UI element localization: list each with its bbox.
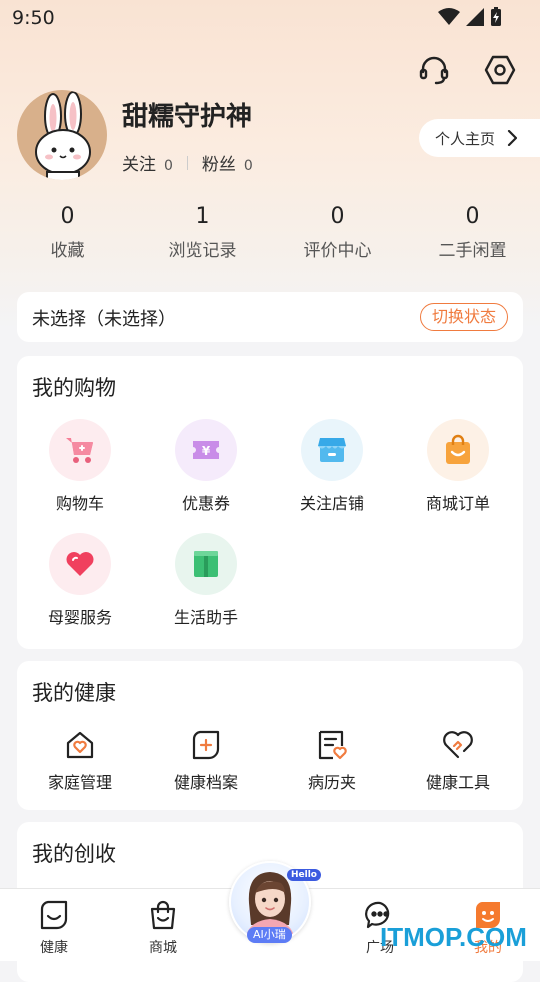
rabbit-avatar-icon xyxy=(35,91,91,180)
svg-text:¥: ¥ xyxy=(202,444,211,458)
followed-stores-item[interactable]: 关注店铺 xyxy=(269,419,395,514)
stat-label: 收藏 xyxy=(50,241,85,261)
family-management-label: 家庭管理 xyxy=(47,773,112,792)
mall-orders-label: 商城订单 xyxy=(425,494,490,513)
follow-count: 0 xyxy=(164,158,173,174)
stat-value: 0 xyxy=(60,204,75,229)
shopping-card: 我的购物 购物车 ¥ 优惠券 关注店铺 商城订单 母婴服务 生活助手 xyxy=(17,356,523,649)
coupon-icon: ¥ xyxy=(175,419,237,481)
followed-stores-label: 关注店铺 xyxy=(299,494,364,513)
stat-browse-history[interactable]: 1 浏览记录 xyxy=(135,200,270,261)
fans-label: 粉丝 xyxy=(201,155,236,175)
store-icon xyxy=(301,419,363,481)
stat-favorites[interactable]: 0 收藏 xyxy=(0,200,135,261)
tab-mall[interactable]: 商城 xyxy=(123,899,203,957)
hello-badge: Hello xyxy=(287,869,321,881)
health-title: 我的健康 xyxy=(32,681,116,705)
switch-state-button[interactable]: 切换状态 xyxy=(419,303,508,331)
health-tools-item[interactable]: 健康工具 xyxy=(395,727,521,793)
personal-homepage-label: 个人主页 xyxy=(435,129,496,148)
earnings-title: 我的创收 xyxy=(32,842,116,866)
stats-row: 0 收藏 1 浏览记录 0 评价中心 0 二手闲置 xyxy=(0,200,540,261)
life-assistant-item[interactable]: 生活助手 xyxy=(143,533,269,628)
site-watermark: ITMOP.COM xyxy=(380,922,527,952)
shopping-title: 我的购物 xyxy=(32,376,116,400)
health-tab-icon xyxy=(40,900,68,930)
ai-assistant-button[interactable]: Hello AI小瑞 xyxy=(229,857,321,945)
wifi-icon xyxy=(438,8,460,25)
shopping-bag-icon xyxy=(427,419,489,481)
chevron-right-icon xyxy=(507,130,518,146)
stat-label: 浏览记录 xyxy=(168,241,237,261)
status-bar: 9:50 xyxy=(0,0,540,36)
tab-mall-label: 商城 xyxy=(149,940,177,956)
shopping-cart-icon xyxy=(49,419,111,481)
fans-count: 0 xyxy=(243,158,253,174)
shopping-cart-item[interactable]: 购物车 xyxy=(17,419,143,514)
medical-folder-item[interactable]: 病历夹 xyxy=(269,727,395,793)
stat-label: 二手闲置 xyxy=(438,241,507,261)
family-management-item[interactable]: 家庭管理 xyxy=(17,727,143,793)
battery-icon xyxy=(491,7,501,26)
health-record-label: 健康档案 xyxy=(173,773,238,792)
health-card: 我的健康 家庭管理 健康档案 病历夹 健康工具 xyxy=(17,661,523,810)
avatar[interactable] xyxy=(17,90,107,180)
stat-value: 0 xyxy=(465,204,480,229)
health-tool-icon xyxy=(440,727,476,763)
gear-icon xyxy=(484,55,516,85)
follow-link[interactable]: 关注 0 xyxy=(122,150,173,175)
headset-icon xyxy=(419,56,449,85)
stat-label: 评价中心 xyxy=(303,241,372,261)
customer-service-button[interactable] xyxy=(416,52,452,88)
coupon-label: 优惠券 xyxy=(181,494,230,513)
mall-bag-icon xyxy=(150,900,176,930)
fans-link[interactable]: 粉丝 0 xyxy=(202,150,253,175)
follow-label: 关注 xyxy=(122,155,156,175)
maternal-service-label: 母婴服务 xyxy=(47,608,112,627)
medical-folder-label: 病历夹 xyxy=(307,773,356,792)
maternal-service-item[interactable]: 母婴服务 xyxy=(17,533,143,628)
stat-second-hand[interactable]: 0 二手闲置 xyxy=(405,200,540,261)
tab-health-label: 健康 xyxy=(40,940,68,956)
health-record-item[interactable]: 健康档案 xyxy=(143,727,269,793)
mall-orders-item[interactable]: 商城订单 xyxy=(395,419,521,514)
stat-review-center[interactable]: 0 评价中心 xyxy=(270,200,405,261)
book-icon xyxy=(175,533,237,595)
personal-homepage-button[interactable]: 个人主页 xyxy=(419,119,540,157)
life-assistant-label: 生活助手 xyxy=(173,608,238,627)
health-record-icon xyxy=(188,727,224,763)
medical-folder-icon xyxy=(314,727,350,763)
health-tools-label: 健康工具 xyxy=(425,773,490,792)
state-text: 未选择（未选择） xyxy=(32,309,176,330)
ai-assistant-label: AI小瑞 xyxy=(247,927,292,943)
shopping-cart-label: 购物车 xyxy=(55,494,104,513)
status-time: 9:50 xyxy=(12,7,55,29)
home-heart-icon xyxy=(62,727,98,763)
state-card: 未选择（未选择） 切换状态 xyxy=(17,292,523,342)
follow-stats: 关注 0 粉丝 0 xyxy=(122,150,253,175)
signal-icon xyxy=(466,8,484,26)
stat-value: 1 xyxy=(195,204,210,229)
coupon-item[interactable]: ¥ 优惠券 xyxy=(143,419,269,514)
username: 甜糯守护神 xyxy=(122,102,253,132)
tab-health[interactable]: 健康 xyxy=(14,899,94,957)
stat-value: 0 xyxy=(330,204,345,229)
divider xyxy=(186,155,188,170)
heart-icon xyxy=(49,533,111,595)
settings-button[interactable] xyxy=(482,52,518,88)
